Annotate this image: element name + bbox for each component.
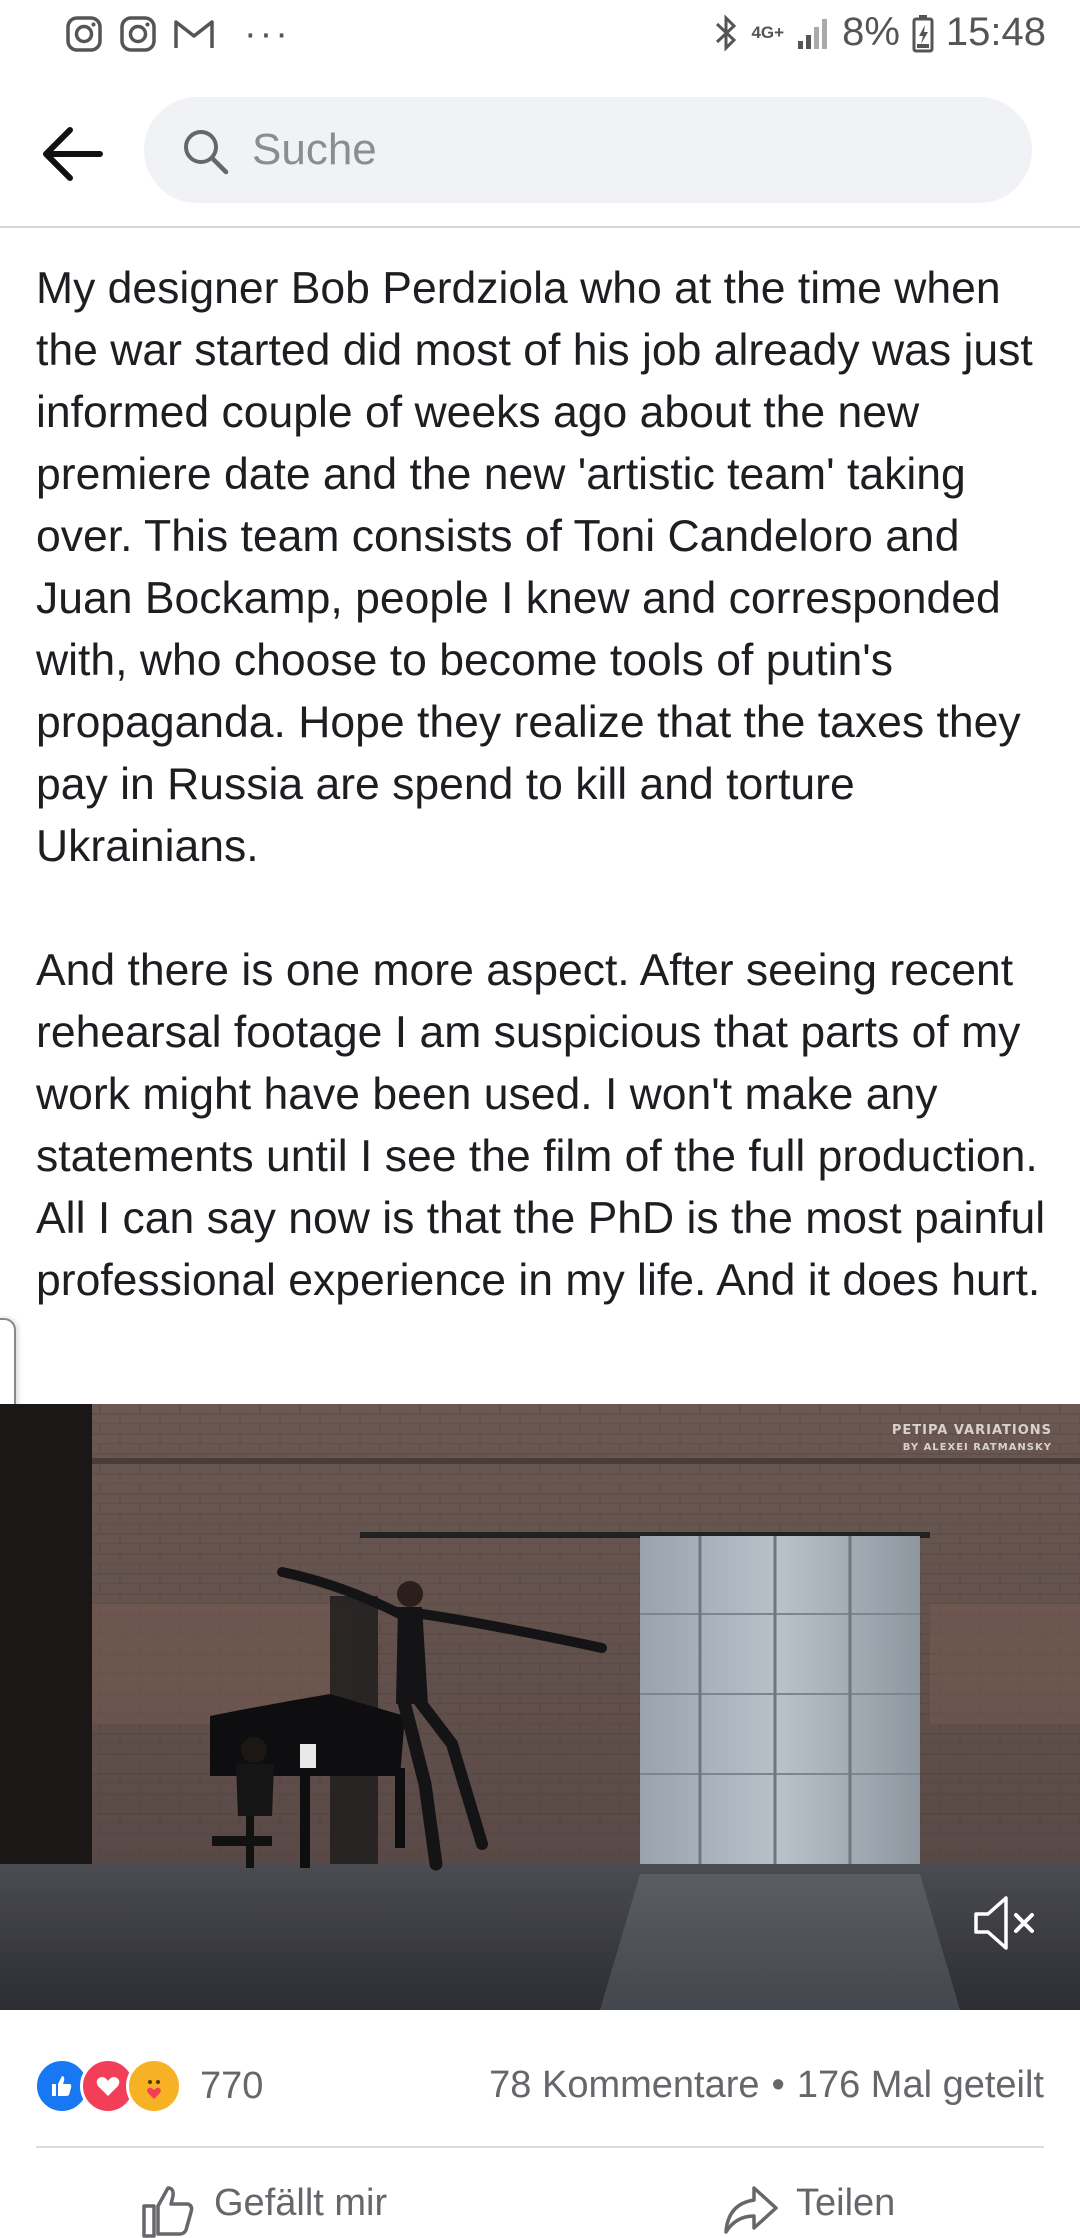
watermark-subtitle: BY ALEXEI RATMANSKY <box>902 1442 1052 1453</box>
search-icon <box>180 126 230 181</box>
share-arrow-icon <box>724 2186 778 2234</box>
battery-icon <box>912 13 934 53</box>
like-button[interactable]: Gefällt mir <box>140 2182 387 2238</box>
shares-count[interactable]: 176 Mal geteilt <box>797 2064 1044 2107</box>
actions-divider <box>36 2146 1044 2148</box>
share-button[interactable]: Teilen <box>722 2182 895 2238</box>
care-reaction-icon <box>126 2058 182 2114</box>
system-status: 4G+ 8% 15:48 <box>713 10 1046 55</box>
instagram-icon <box>118 14 158 54</box>
more-dots-icon: ··· <box>244 13 291 55</box>
like-label: Gefällt mir <box>214 2182 388 2224</box>
back-button[interactable] <box>36 118 108 190</box>
clock: 15:48 <box>945 10 1046 54</box>
post-body: My designer Bob Perdziola who at the tim… <box>36 258 1056 1312</box>
signal-icon <box>796 15 830 51</box>
search-field[interactable] <box>144 97 1032 203</box>
gmail-icon <box>172 14 216 54</box>
instagram-icon <box>64 14 104 54</box>
notification-icons: ··· <box>64 14 291 54</box>
video-frame <box>0 1404 1080 2010</box>
battery-percent: 8% <box>842 10 900 54</box>
search-header <box>0 80 1080 228</box>
speaker-muted-icon <box>974 1896 1034 1950</box>
post-paragraph: And there is one more aspect. After seei… <box>36 946 1046 1305</box>
watermark-title: PETIPA VARIATIONS <box>891 1423 1052 1438</box>
bluetooth-icon <box>713 13 739 53</box>
arrow-left-icon <box>43 127 103 181</box>
action-bar: Gefällt mir Teilen <box>0 2150 1080 2238</box>
engagement-bar: 770 78 Kommentare • 176 Mal geteilt <box>0 2012 1080 2152</box>
network-type: 4G+ <box>751 23 785 42</box>
video-player[interactable]: PETIPA VARIATIONS BY ALEXEI RATMANSKY <box>0 1404 1080 2010</box>
reactions-summary[interactable]: 770 <box>34 2058 263 2114</box>
mute-button[interactable] <box>970 1888 1040 1958</box>
share-label: Teilen <box>796 2182 896 2224</box>
comments-count[interactable]: 78 Kommentare <box>489 2064 759 2107</box>
search-input[interactable] <box>252 117 972 183</box>
video-watermark: PETIPA VARIATIONS BY ALEXEI RATMANSKY <box>892 1422 1052 1456</box>
meta-separator: • <box>771 2064 785 2106</box>
post-paragraph: My designer Bob Perdziola who at the tim… <box>36 264 1033 871</box>
status-bar: ··· 4G+ 8% 15:48 <box>0 0 1080 72</box>
reaction-count: 770 <box>200 2064 264 2107</box>
post-meta: 78 Kommentare • 176 Mal geteilt <box>489 2064 1044 2107</box>
thumbs-up-icon <box>142 2186 194 2238</box>
